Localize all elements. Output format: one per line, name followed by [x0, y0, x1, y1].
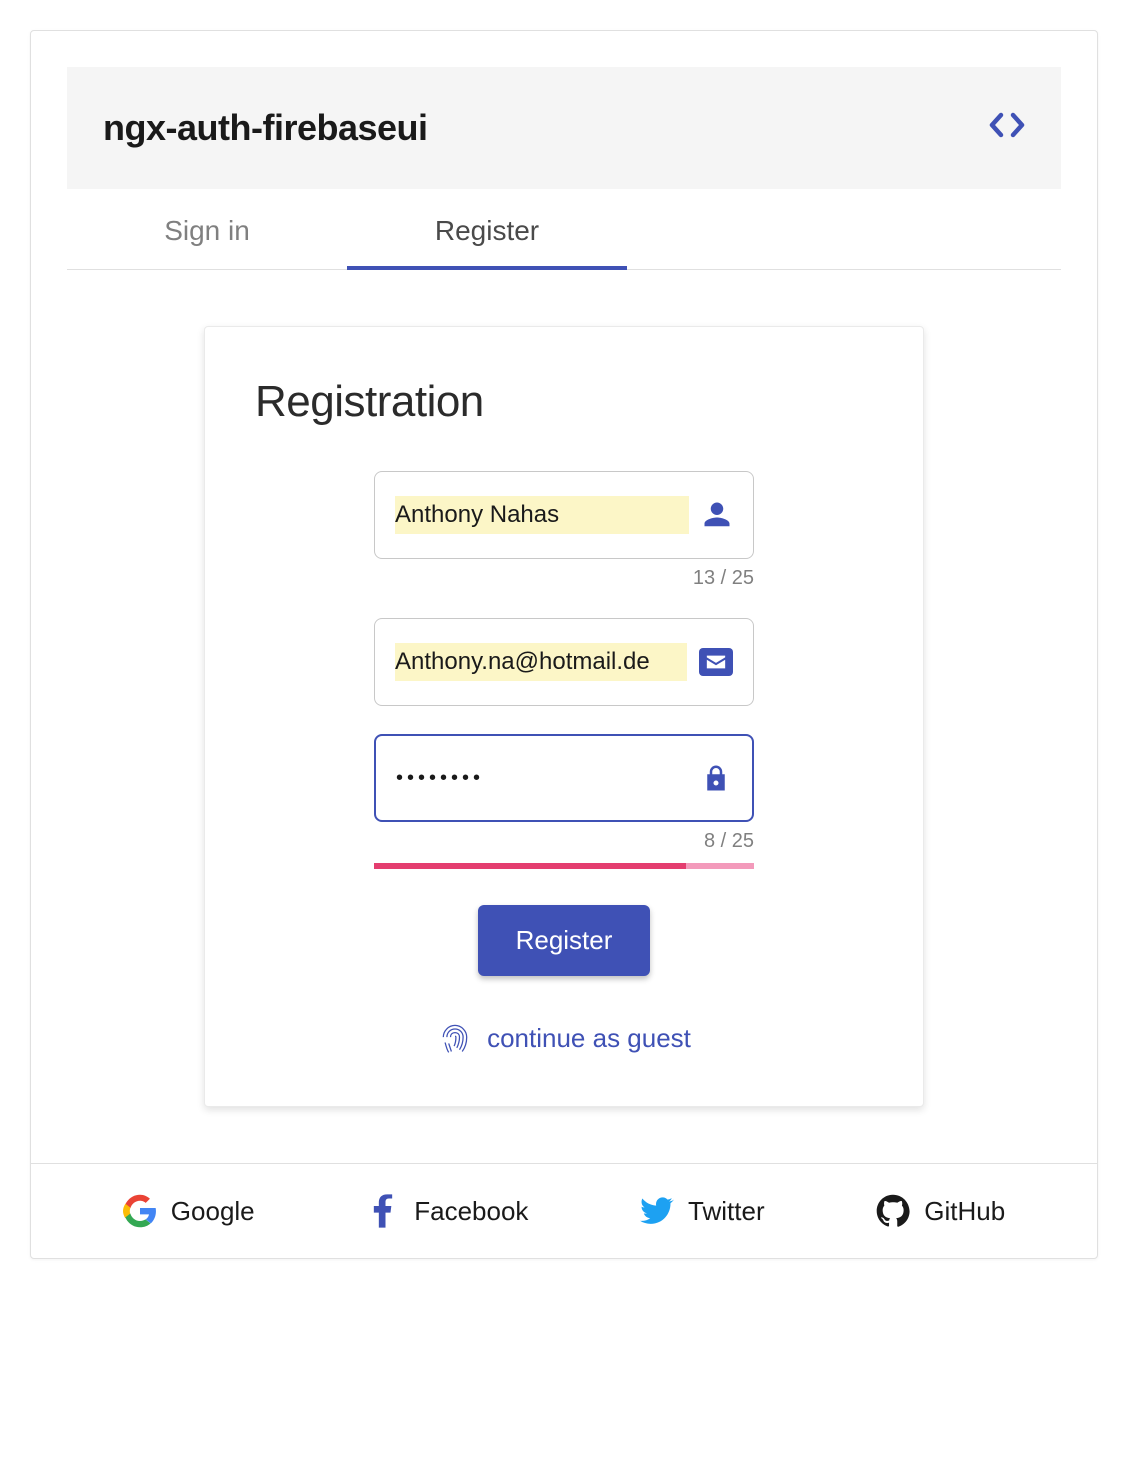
component-title: ngx-auth-firebaseui [103, 107, 428, 149]
provider-facebook-label: Facebook [414, 1196, 528, 1227]
google-icon [123, 1194, 157, 1228]
mail-icon [699, 648, 733, 676]
guest-link-label: continue as guest [487, 1023, 691, 1054]
code-toggle-button[interactable] [989, 110, 1025, 147]
name-field-wrap: Anthony Nahas 13 / 25 [374, 471, 754, 590]
register-button[interactable]: Register [478, 905, 651, 976]
password-strength-bar [374, 863, 754, 869]
facebook-icon [366, 1194, 400, 1228]
password-field-wrap: •••••••• 8 / 25 [374, 734, 754, 869]
password-counter: 8 / 25 [374, 830, 754, 853]
provider-github[interactable]: GitHub [876, 1194, 1005, 1228]
email-input-box[interactable]: Anthony.na@hotmail.de [374, 618, 754, 706]
component-header: ngx-auth-firebaseui [67, 67, 1061, 189]
tab-register[interactable]: Register [347, 189, 627, 269]
password-input[interactable]: •••••••• [396, 762, 688, 794]
email-input[interactable]: Anthony.na@hotmail.de [395, 643, 687, 681]
provider-twitter[interactable]: Twitter [640, 1194, 765, 1228]
code-icon [989, 111, 1025, 139]
component-card: ngx-auth-firebaseui Sign in Register Reg… [30, 30, 1098, 1259]
registration-card: Registration Anthony Nahas 13 / 25 Antho… [204, 326, 924, 1107]
person-icon [701, 499, 733, 531]
name-input[interactable]: Anthony Nahas [395, 496, 689, 534]
password-input-box[interactable]: •••••••• [374, 734, 754, 822]
continue-as-guest-link[interactable]: continue as guest [255, 1020, 873, 1056]
auth-providers-row: Google Facebook Twitter GitHub [31, 1163, 1097, 1258]
twitter-icon [640, 1194, 674, 1228]
fingerprint-icon [437, 1020, 473, 1056]
name-counter: 13 / 25 [374, 567, 754, 590]
name-input-box[interactable]: Anthony Nahas [374, 471, 754, 559]
provider-google-label: Google [171, 1196, 255, 1227]
tab-signin[interactable]: Sign in [67, 189, 347, 269]
form-title: Registration [255, 377, 873, 427]
provider-github-label: GitHub [924, 1196, 1005, 1227]
provider-google[interactable]: Google [123, 1194, 255, 1228]
password-strength-fill [374, 863, 686, 869]
lock-icon [700, 762, 732, 794]
provider-twitter-label: Twitter [688, 1196, 765, 1227]
github-icon [876, 1194, 910, 1228]
auth-tabs: Sign in Register [67, 189, 1061, 270]
email-field-wrap: Anthony.na@hotmail.de [374, 618, 754, 706]
provider-facebook[interactable]: Facebook [366, 1194, 528, 1228]
